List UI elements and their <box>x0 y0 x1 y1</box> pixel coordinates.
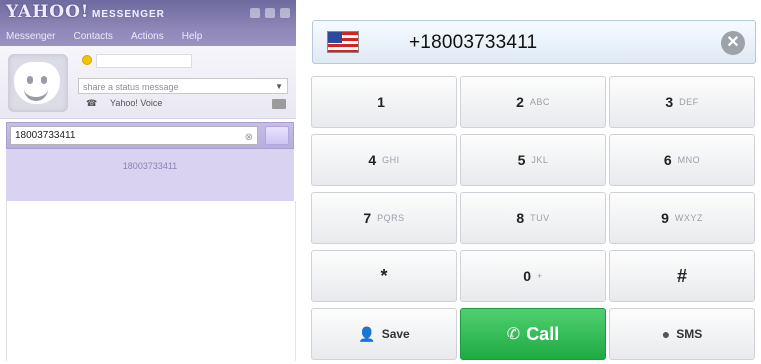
contact-search-input[interactable]: 18003733411 ⊗ <box>10 126 258 145</box>
menu-help[interactable]: Help <box>182 31 203 42</box>
menu-messenger[interactable]: Messenger <box>6 31 55 42</box>
phone-icon: ✆ <box>506 326 521 343</box>
key-letters: JKL <box>531 155 549 165</box>
save-button[interactable]: 👤 Save <box>311 308 457 360</box>
key-2[interactable]: 2 ABC <box>460 76 606 128</box>
maximize-icon[interactable] <box>265 8 275 18</box>
key-digit: 1 <box>377 94 385 110</box>
key-letters: + <box>537 271 543 281</box>
key-7[interactable]: 7 PQRS <box>311 192 457 244</box>
key-letters: PQRS <box>377 213 405 223</box>
yahoo-logo: YAHOO! <box>6 2 90 22</box>
profile-tools: ☎ Yahoo! Voice <box>78 98 288 112</box>
key-hash[interactable]: # <box>609 250 755 302</box>
search-options-button[interactable] <box>265 126 289 145</box>
key-5[interactable]: 5 JKL <box>460 134 606 186</box>
key-letters: DEF <box>679 97 699 107</box>
add-contact-icon: 👤 <box>358 325 376 342</box>
save-label: Save <box>381 327 410 341</box>
key-digit: 3 <box>665 94 674 110</box>
key-letters: MNO <box>677 155 701 165</box>
key-3[interactable]: 3 DEF <box>609 76 755 128</box>
key-letters: GHI <box>382 155 400 165</box>
search-result-row[interactable]: 18003733411 <box>6 149 294 201</box>
key-digit: 5 <box>517 152 526 168</box>
window-controls <box>250 8 290 18</box>
display-name-field[interactable] <box>96 54 192 68</box>
menu-contacts[interactable]: Contacts <box>73 31 112 42</box>
key-digit: 6 <box>663 152 672 168</box>
key-0[interactable]: 0 + <box>460 250 606 302</box>
menu-bar: Messenger Contacts Actions Help <box>6 31 202 42</box>
availability-icon[interactable] <box>82 55 92 65</box>
yahoo-voice-link[interactable]: Yahoo! Voice <box>110 98 162 108</box>
call-label: Call <box>526 323 560 344</box>
contact-search-bar: 18003733411 ⊗ <box>6 122 294 149</box>
key-digit: 0 <box>523 268 532 284</box>
minimize-icon[interactable] <box>250 8 260 18</box>
menu-actions[interactable]: Actions <box>131 31 164 42</box>
contact-list-pane <box>6 201 296 361</box>
key-digit: 8 <box>516 210 525 226</box>
status-message-select[interactable]: share a status message ▼ <box>78 78 288 94</box>
key-letters: WXYZ <box>674 213 703 223</box>
messenger-titlebar: YAHOO! MESSENGER Messenger Contacts Acti… <box>0 0 296 46</box>
messenger-window: YAHOO! MESSENGER Messenger Contacts Acti… <box>0 0 296 364</box>
messenger-subtitle: MESSENGER <box>92 9 165 20</box>
key-digit: 9 <box>661 210 669 226</box>
key-8[interactable]: 8 TUV <box>460 192 606 244</box>
key-star[interactable]: * <box>311 250 457 302</box>
call-button[interactable]: ✆ Call <box>460 308 606 360</box>
key-4[interactable]: 4 GHI <box>311 134 457 186</box>
key-6[interactable]: 6 MNO <box>609 134 755 186</box>
sms-label: SMS <box>676 327 703 341</box>
avatar[interactable] <box>8 54 68 112</box>
search-clear-icon[interactable]: ⊗ <box>245 129 253 146</box>
key-digit: * <box>380 265 388 286</box>
key-9[interactable]: 9 WXYZ <box>609 192 755 244</box>
number-display[interactable]: +18003733411 ✕ <box>312 20 756 64</box>
key-digit: 2 <box>516 94 524 110</box>
close-icon[interactable] <box>280 8 290 18</box>
search-result-text: 18003733411 <box>122 161 178 171</box>
close-icon: ✕ <box>726 34 740 51</box>
phone-number-value: +18003733411 <box>409 32 538 53</box>
key-letters: TUV <box>530 213 550 223</box>
key-1[interactable]: 1 <box>311 76 457 128</box>
sms-icon: ● <box>661 326 671 342</box>
profile-panel: share a status message ▼ ☎ Yahoo! Voice <box>0 46 296 119</box>
phone-icon[interactable]: ☎ <box>86 98 97 109</box>
clear-number-button[interactable]: ✕ <box>721 31 745 55</box>
key-digit: # <box>676 265 687 286</box>
sms-button[interactable]: ● SMS <box>609 308 755 360</box>
chevron-down-icon: ▼ <box>275 82 283 91</box>
keyboard-icon[interactable] <box>272 99 286 109</box>
avatar-face-icon <box>14 62 60 104</box>
key-digit: 7 <box>363 210 372 226</box>
status-message-placeholder: share a status message <box>83 82 179 92</box>
key-digit: 4 <box>368 152 377 168</box>
key-letters: ABC <box>529 97 550 107</box>
us-flag-icon[interactable] <box>327 31 359 53</box>
dialer-panel: +18003733411 ✕ 1 2 ABC 3 DEF 4 GHI 5 JKL… <box>304 0 761 364</box>
contact-search-value: 18003733411 <box>15 130 76 141</box>
